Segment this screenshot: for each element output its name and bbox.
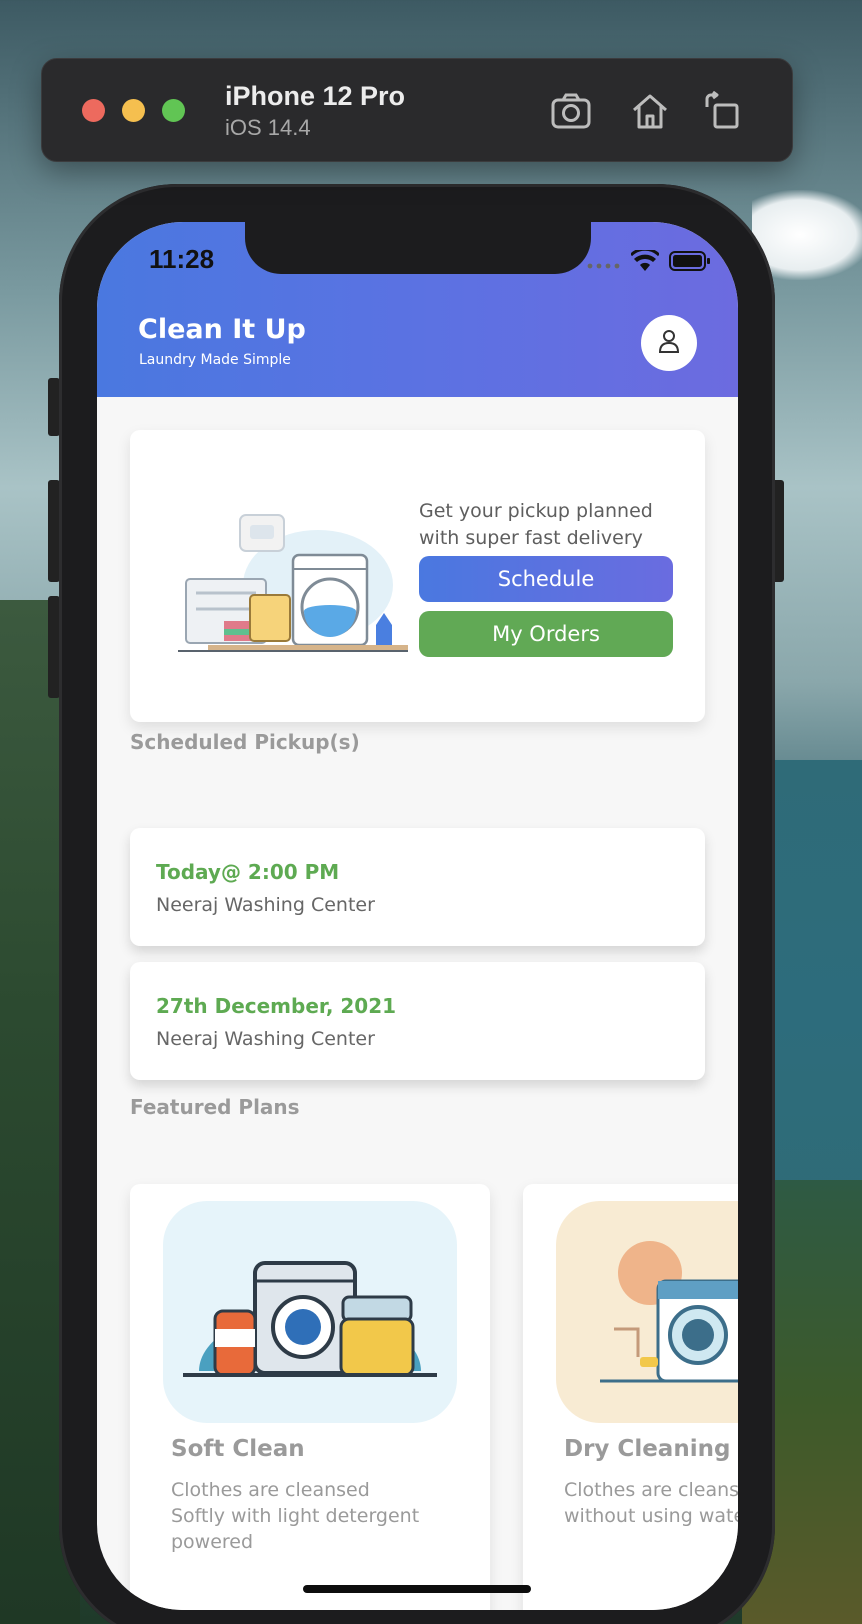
- featured-plans-title: Featured Plans: [130, 1095, 300, 1119]
- laundry-illustration: [178, 505, 408, 655]
- zoom-window-button[interactable]: [162, 99, 185, 122]
- app-screen: 11:28 Clean It Up Laundry Made Simple Ge…: [97, 222, 738, 1610]
- os-version: iOS 14.4: [225, 115, 311, 140]
- status-icons: [587, 247, 711, 276]
- schedule-button[interactable]: Schedule: [419, 556, 673, 602]
- plan-card-soft-clean[interactable]: Soft Clean Clothes are cleansed Softly w…: [130, 1184, 490, 1610]
- rotate-icon[interactable]: [698, 87, 746, 135]
- pickup-center: Neeraj Washing Center: [156, 1028, 375, 1050]
- status-time: 11:28: [149, 244, 215, 274]
- device-name: iPhone 12 Pro: [225, 81, 406, 111]
- pickup-date: Today@ 2:00 PM: [156, 860, 340, 884]
- plan-description: Clothes are cleansed Softly with light d…: [171, 1479, 420, 1553]
- plan-name: Dry Cleaning: [564, 1436, 731, 1462]
- home-icon[interactable]: [626, 87, 674, 135]
- washing-machine-illustration: [163, 1201, 457, 1423]
- pickup-center: Neeraj Washing Center: [156, 894, 375, 916]
- scheduled-pickups-title: Scheduled Pickup(s): [130, 730, 360, 754]
- battery-icon: [669, 250, 711, 276]
- signal-dots-icon: [587, 254, 621, 273]
- promo-text: Get your pickup planned with super fast …: [419, 500, 653, 549]
- app-header: 11:28 Clean It Up Laundry Made Simple: [97, 222, 738, 397]
- screenshot-icon[interactable]: [547, 87, 595, 135]
- pickup-card[interactable]: 27th December, 2021 Neeraj Washing Cente…: [130, 962, 705, 1080]
- my-orders-button[interactable]: My Orders: [419, 611, 673, 657]
- promo-card: Get your pickup planned with super fast …: [130, 430, 705, 722]
- dry-cleaning-illustration: [556, 1201, 738, 1423]
- app-title: Clean It Up: [138, 314, 306, 345]
- wifi-icon: [629, 247, 661, 276]
- minimize-window-button[interactable]: [122, 99, 145, 122]
- user-icon: [658, 329, 680, 357]
- plan-card-dry-cleaning[interactable]: Dry Cleaning Clothes are cleansed withou…: [523, 1184, 738, 1610]
- notch: [245, 222, 591, 274]
- close-window-button[interactable]: [82, 99, 105, 122]
- pickup-date: 27th December, 2021: [156, 994, 397, 1018]
- app-subtitle: Laundry Made Simple: [139, 352, 291, 368]
- profile-button[interactable]: [641, 315, 697, 371]
- plan-description: Clothes are cleansed without using water…: [564, 1479, 738, 1527]
- home-indicator[interactable]: [303, 1585, 531, 1593]
- pickup-card[interactable]: Today@ 2:00 PM Neeraj Washing Center: [130, 828, 705, 946]
- plan-name: Soft Clean: [171, 1436, 305, 1462]
- simulator-toolbar: iPhone 12 Pro iOS 14.4: [41, 58, 793, 162]
